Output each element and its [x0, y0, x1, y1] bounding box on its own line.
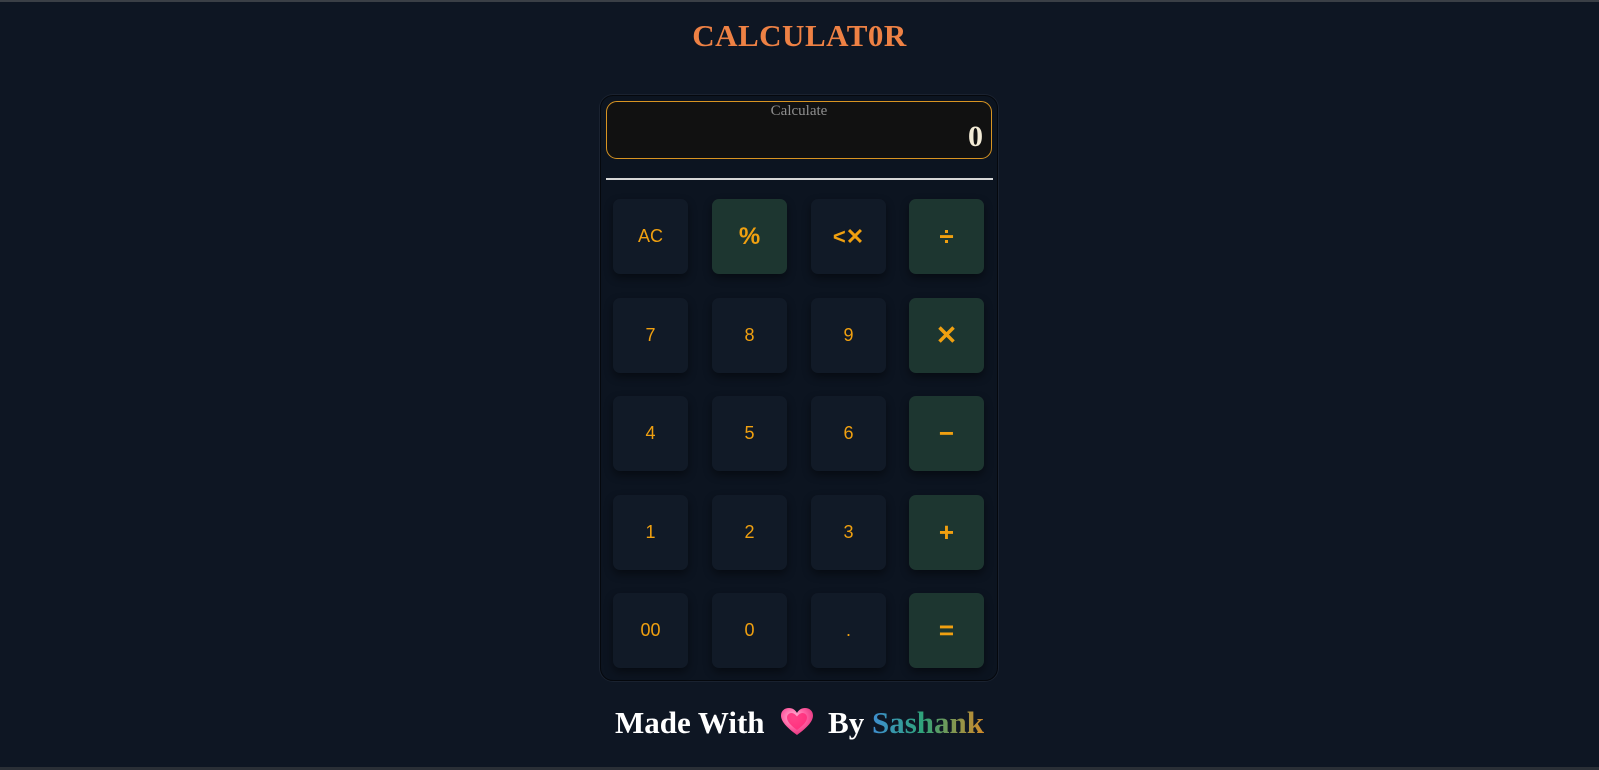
digit-9-button[interactable]: 9	[811, 298, 886, 373]
footer-by: By	[828, 705, 865, 740]
digit-1-button[interactable]: 1	[613, 495, 688, 570]
double-zero-button[interactable]: 00	[613, 593, 688, 668]
display-label: Calculate	[770, 103, 828, 119]
multiply-button[interactable]: ✕	[909, 298, 984, 373]
digit-0-button[interactable]: 0	[712, 593, 787, 668]
add-button[interactable]: +	[909, 495, 984, 570]
footer-credit: Made With By Sashank	[0, 705, 1599, 745]
display-divider	[606, 178, 993, 180]
subtract-button[interactable]: −	[909, 396, 984, 471]
digit-7-button[interactable]: 7	[613, 298, 688, 373]
digit-2-button[interactable]: 2	[712, 495, 787, 570]
divide-button[interactable]: ÷	[909, 199, 984, 274]
digit-3-button[interactable]: 3	[811, 495, 886, 570]
digit-5-button[interactable]: 5	[712, 396, 787, 471]
calculator-panel: Calculate 0 AC% <✕ ÷ 7 8 9 ✕ 4 5 6−1 2 3 +00 0. =	[600, 95, 998, 681]
heart-icon	[780, 707, 814, 745]
page-title: CALCULAT0R	[692, 18, 907, 53]
equals-button[interactable]: =	[909, 593, 984, 668]
decimal-button[interactable]: .	[811, 593, 886, 668]
percent-button[interactable]: %	[712, 199, 787, 274]
digit-8-button[interactable]: 8	[712, 298, 787, 373]
backspace-button[interactable]: <✕	[811, 199, 886, 274]
digit-6-button[interactable]: 6	[811, 396, 886, 471]
digit-4-button[interactable]: 4	[613, 396, 688, 471]
display-value: 0	[968, 120, 983, 153]
calculator-display: Calculate 0	[606, 101, 992, 159]
author-name: Sashank	[871, 705, 985, 740]
top-border	[0, 0, 1599, 2]
all-clear-button[interactable]: AC	[613, 199, 688, 274]
footer-made-with: Made With	[614, 705, 765, 740]
